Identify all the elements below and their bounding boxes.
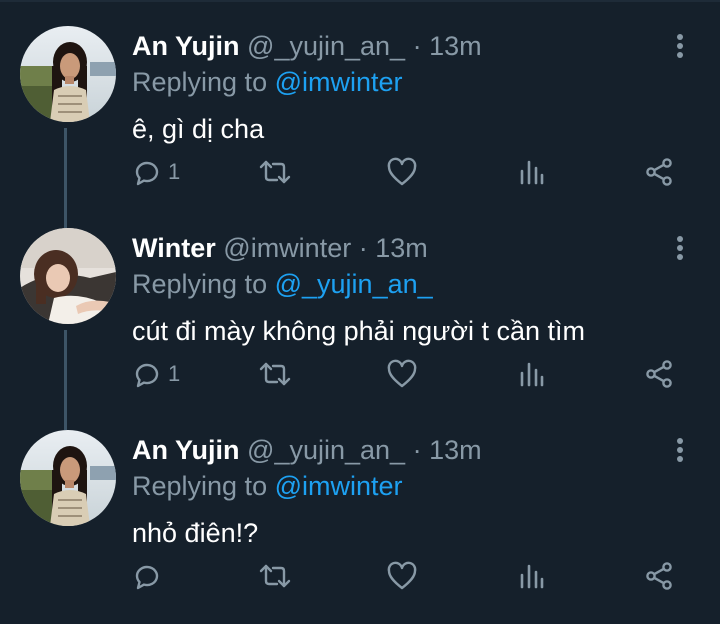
like-icon [386, 359, 418, 389]
tweet-actions: 1 [0, 354, 720, 394]
reply-count: 1 [168, 159, 181, 184]
display-name[interactable]: An Yujin [132, 31, 240, 61]
timestamp[interactable]: 13m [429, 435, 482, 465]
more-options-icon[interactable] [668, 436, 692, 464]
tweet-actions: 1 [0, 152, 720, 192]
share-button[interactable] [644, 152, 674, 192]
reply-button[interactable] [132, 556, 168, 596]
handle[interactable]: @_yujin_an_ [247, 435, 405, 465]
mention-link[interactable]: @imwinter [275, 471, 403, 501]
reply-icon [132, 359, 162, 389]
timestamp[interactable]: 13m [375, 233, 428, 263]
analytics-icon [518, 561, 546, 591]
tweet-text: nhỏ điên!? [132, 518, 259, 548]
mention-link[interactable]: @_yujin_an_ [275, 269, 433, 299]
like-button[interactable] [386, 152, 418, 192]
analytics-icon [518, 157, 546, 187]
reply-button[interactable]: 1 [132, 354, 180, 394]
share-icon [644, 561, 674, 591]
share-icon [644, 359, 674, 389]
avatar[interactable] [20, 26, 116, 122]
replying-to-line: Replying to @_yujin_an_ [132, 268, 433, 300]
display-name[interactable]: Winter [132, 233, 216, 263]
reply-icon [132, 561, 162, 591]
timestamp[interactable]: 13m [429, 31, 482, 61]
reply-count: 1 [168, 361, 181, 386]
mention-link[interactable]: @imwinter [275, 67, 403, 97]
handle[interactable]: @_yujin_an_ [247, 31, 405, 61]
like-button[interactable] [386, 556, 418, 596]
analytics-button[interactable] [518, 152, 546, 192]
avatar[interactable] [20, 228, 116, 324]
analytics-button[interactable] [518, 556, 546, 596]
tweet-header: An Yujin @_yujin_an_ · 13m [132, 30, 482, 62]
retweet-button[interactable] [258, 354, 292, 394]
retweet-button[interactable] [258, 152, 292, 192]
tweet[interactable]: An Yujin @_yujin_an_ · 13m Replying to @… [0, 0, 720, 202]
like-icon [386, 157, 418, 187]
analytics-icon [518, 359, 546, 389]
more-options-icon[interactable] [668, 234, 692, 262]
tweet-actions [0, 556, 720, 596]
separator-dot: · [412, 31, 422, 61]
retweet-icon [258, 359, 292, 389]
replying-to-label: Replying to [132, 269, 268, 299]
tweet-header: Winter @imwinter · 13m [132, 232, 428, 264]
like-icon [386, 561, 418, 591]
replying-to-label: Replying to [132, 471, 268, 501]
retweet-button[interactable] [258, 556, 292, 596]
tweet[interactable]: Winter @imwinter · 13m Replying to @_yuj… [0, 202, 720, 404]
tweet-text: cút đi mày không phải người t cần tìm [132, 316, 586, 346]
tweet-text: ê, gì dị cha [132, 114, 265, 144]
tweet-header: An Yujin @_yujin_an_ · 13m [132, 434, 482, 466]
separator-dot: · [358, 233, 368, 263]
share-icon [644, 157, 674, 187]
reply-icon [132, 157, 162, 187]
avatar[interactable] [20, 430, 116, 526]
more-options-icon[interactable] [668, 32, 692, 60]
handle[interactable]: @imwinter [223, 233, 351, 263]
analytics-button[interactable] [518, 354, 546, 394]
replying-to-line: Replying to @imwinter [132, 66, 403, 98]
reply-button[interactable]: 1 [132, 152, 180, 192]
retweet-icon [258, 157, 292, 187]
share-button[interactable] [644, 556, 674, 596]
retweet-icon [258, 561, 292, 591]
display-name[interactable]: An Yujin [132, 435, 240, 465]
share-button[interactable] [644, 354, 674, 394]
replying-to-line: Replying to @imwinter [132, 470, 403, 502]
like-button[interactable] [386, 354, 418, 394]
replying-to-label: Replying to [132, 67, 268, 97]
separator-dot: · [412, 435, 422, 465]
tweet[interactable]: An Yujin @_yujin_an_ · 13m Replying to @… [0, 404, 720, 606]
